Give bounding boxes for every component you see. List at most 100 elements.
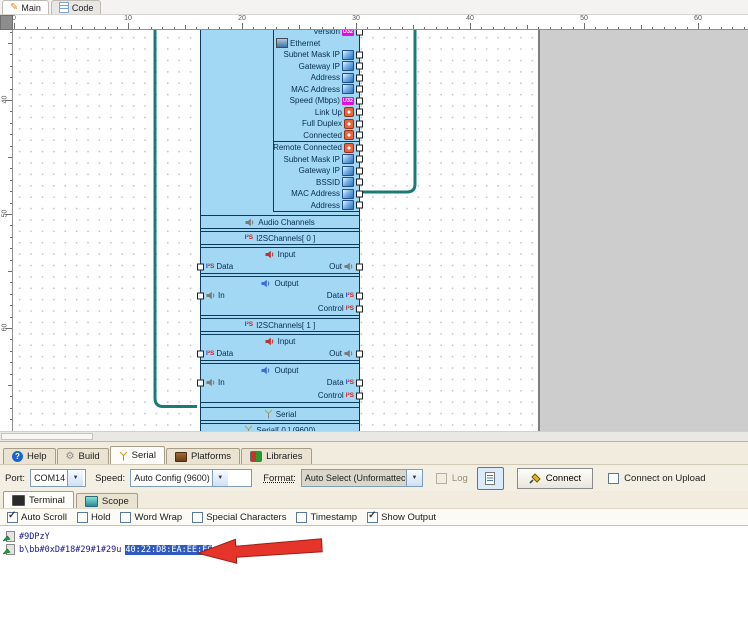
- design-canvas[interactable]: VersionU32EthernetSubnet Mask IPGateway …: [13, 30, 538, 431]
- ruler-tick: [516, 27, 517, 30]
- pin-row: Subnet Mask IP: [274, 49, 359, 61]
- ruler-tick: [10, 351, 13, 352]
- timestamp-checkbox[interactable]: [296, 512, 307, 523]
- ruler-tick: [10, 168, 13, 169]
- show-output-checkbox[interactable]: [367, 512, 378, 523]
- log-checkbox[interactable]: [436, 473, 447, 484]
- pin-row: Speed (Mbps)U32: [274, 95, 359, 107]
- pin-right: ControlI²S: [318, 391, 354, 400]
- pin[interactable]: [356, 63, 363, 70]
- special-characters-checkbox[interactable]: [192, 512, 203, 523]
- pin[interactable]: [356, 292, 363, 299]
- ruler-tick: [10, 282, 13, 283]
- pin[interactable]: [356, 379, 363, 386]
- panel-tab-help[interactable]: ?Help: [3, 448, 56, 464]
- ruler-label: 40: [2, 93, 9, 107]
- ruler-tick: [117, 27, 118, 30]
- ruler-tick: [10, 32, 13, 33]
- ruler-tick: [310, 27, 311, 30]
- pin-label: Out: [329, 262, 342, 271]
- pin[interactable]: [356, 179, 363, 186]
- pin-label: Version: [313, 30, 340, 36]
- pin[interactable]: [356, 109, 363, 116]
- ruler-tick: [447, 27, 448, 30]
- ruler-tick: [732, 27, 733, 30]
- pin[interactable]: [197, 292, 204, 299]
- panel-tab-build[interactable]: ⚙Build: [57, 448, 109, 464]
- pin[interactable]: [356, 305, 363, 312]
- section-title: I2SChannels[ 0 ]: [256, 234, 315, 243]
- pin[interactable]: [356, 86, 363, 93]
- pin[interactable]: [356, 167, 363, 174]
- ruler-tick: [253, 27, 254, 30]
- pin[interactable]: [356, 392, 363, 399]
- pin[interactable]: [356, 97, 363, 104]
- ruler-tick: [379, 27, 380, 30]
- pin[interactable]: [356, 120, 363, 127]
- component-block[interactable]: VersionU32EthernetSubnet Mask IPGateway …: [200, 30, 360, 431]
- connect-button[interactable]: Connect: [517, 468, 593, 489]
- canvas-outside-area: [538, 30, 748, 431]
- pin[interactable]: [197, 350, 204, 357]
- speaker-icon: [206, 291, 216, 300]
- group-header: Serial[ 0 ] (9600): [201, 424, 359, 431]
- vertical-ruler: 405060: [0, 30, 13, 431]
- ruler-tick: [8, 43, 12, 44]
- view-tab-label: Scope: [102, 496, 129, 507]
- horizontal-scrollbar[interactable]: [0, 431, 748, 441]
- format-select[interactable]: Auto Select (Unformattec ▼: [301, 469, 423, 487]
- ruler-tick: [8, 271, 12, 272]
- pin[interactable]: [197, 263, 204, 270]
- doc-tab-label: Main: [21, 3, 41, 13]
- pin[interactable]: [356, 190, 363, 197]
- pin[interactable]: [356, 51, 363, 58]
- panel-tab-libraries[interactable]: Libraries: [241, 448, 311, 464]
- pin[interactable]: [356, 30, 363, 35]
- terminal-output[interactable]: #9DPzYb\bb#0xD#18#29#1#29u40:22:D8:EA:EE…: [0, 525, 748, 628]
- ruler-tick: [8, 385, 12, 386]
- view-tab-scope[interactable]: Scope: [76, 493, 138, 508]
- terminal-option: Auto Scroll: [7, 512, 67, 523]
- doc-tab-main[interactable]: ✎Main: [2, 0, 49, 14]
- i2s-icon: I²S: [346, 305, 354, 313]
- group-header: Audio Channels: [201, 216, 359, 228]
- auto-scroll-checkbox[interactable]: [7, 512, 18, 523]
- pin-label: Out: [329, 349, 342, 358]
- digital-pin-icon: [344, 130, 354, 140]
- pin[interactable]: [356, 202, 363, 209]
- pin-left: I²SData: [206, 262, 233, 271]
- pin[interactable]: [356, 156, 363, 163]
- pin[interactable]: [356, 350, 363, 357]
- horizontal-ruler: 0102030405060: [13, 15, 748, 30]
- ruler-tick: [242, 23, 243, 29]
- ethernet-icon: [276, 38, 288, 48]
- view-tab-terminal[interactable]: Terminal: [3, 491, 74, 508]
- scrollbar-thumb[interactable]: [1, 433, 93, 440]
- speed-select[interactable]: Auto Config (9600) ▼: [130, 469, 252, 487]
- network-address-icon: [342, 50, 354, 60]
- hold-checkbox[interactable]: [77, 512, 88, 523]
- pin[interactable]: [356, 144, 363, 151]
- log-file-button[interactable]: [477, 467, 504, 490]
- word-wrap-checkbox[interactable]: [120, 512, 131, 523]
- section-title: Ethernet: [290, 39, 320, 48]
- ruler-tick: [641, 25, 642, 29]
- ruler-label: 10: [124, 15, 132, 22]
- pin-label: MAC Address: [291, 85, 340, 94]
- pin[interactable]: [356, 132, 363, 139]
- ruler-tick: [10, 260, 13, 261]
- doc-tab-code[interactable]: Code: [51, 0, 102, 14]
- port-select[interactable]: COM14 ▼: [30, 469, 86, 487]
- terminal-line: b\bb#0xD#18#29#1#29u40:22:D8:EA:EE:EC: [3, 543, 748, 556]
- ruler-tick: [265, 27, 266, 30]
- pin[interactable]: [356, 263, 363, 270]
- wire-mac-address[interactable]: [363, 30, 415, 192]
- pin[interactable]: [197, 379, 204, 386]
- group-header: Input: [201, 335, 359, 347]
- wire-serial-in[interactable]: [155, 30, 197, 407]
- block-group: OutputInDataI²SControlI²S: [200, 363, 360, 403]
- pin[interactable]: [356, 74, 363, 81]
- panel-tab-serial[interactable]: Serial: [110, 446, 165, 464]
- connect-on-upload-checkbox[interactable]: [608, 473, 619, 484]
- panel-tab-platforms[interactable]: Platforms: [166, 448, 240, 464]
